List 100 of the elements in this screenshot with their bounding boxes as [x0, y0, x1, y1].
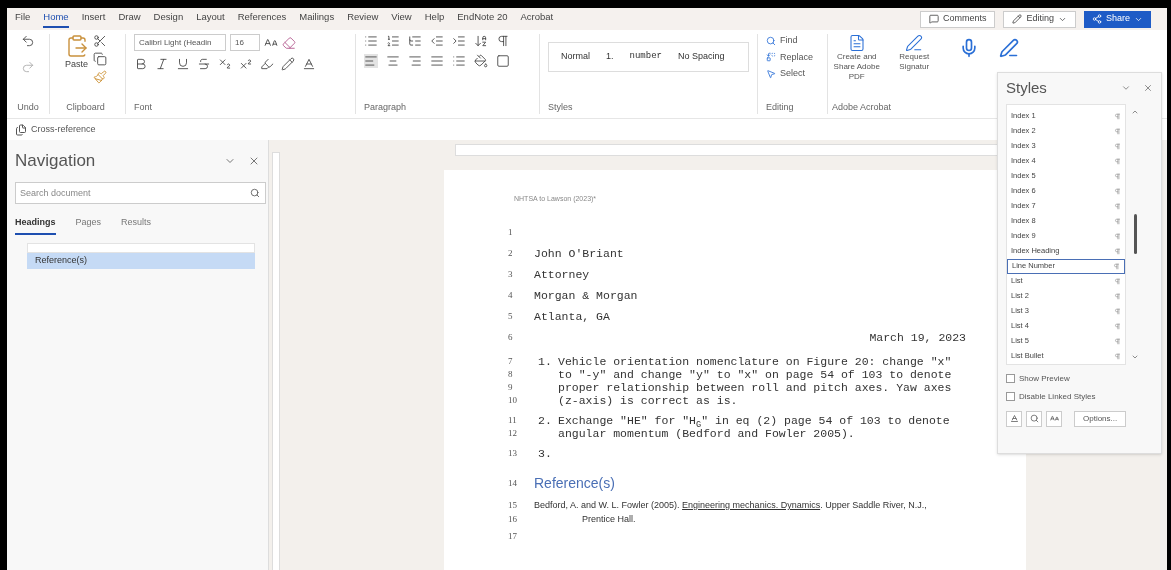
align-left-icon[interactable] — [364, 54, 378, 68]
style-option[interactable]: 1. — [606, 50, 614, 64]
checkbox-label: Disable Linked Styles — [1019, 390, 1096, 403]
font-size-field[interactable]: 16 — [230, 34, 260, 51]
new-style-button[interactable] — [1006, 410, 1022, 427]
menu-tab[interactable]: Design — [153, 10, 184, 28]
menu-tab[interactable]: Acrobat — [520, 10, 554, 28]
style-inspector-button[interactable] — [1026, 410, 1042, 427]
checkbox[interactable] — [1006, 374, 1015, 383]
increase-indent-icon[interactable] — [452, 34, 466, 48]
pane-tab[interactable]: Pages — [75, 215, 102, 235]
document-line: Morgan & Morgan — [534, 288, 638, 305]
list-number: 1. — [537, 354, 553, 371]
menu-tab[interactable]: Home — [43, 10, 69, 28]
align-right-icon[interactable] — [408, 54, 422, 68]
paragraph-style-icon — [1114, 112, 1121, 120]
editing-command[interactable]: Replace — [766, 50, 819, 64]
menu-tab[interactable]: Insert — [81, 10, 106, 28]
paragraph-style-icon — [1114, 277, 1121, 285]
heading-item[interactable]: Reference(s) — [27, 253, 255, 269]
format-painter-icon[interactable] — [92, 70, 107, 84]
close-icon[interactable] — [1143, 83, 1153, 94]
font-name-field[interactable]: Calibri Light (Headin — [134, 34, 226, 51]
paragraph-style-icon — [1114, 202, 1121, 210]
cursor-icon — [766, 68, 776, 79]
pen-icon[interactable] — [281, 57, 295, 71]
group-label: Styles — [548, 100, 574, 114]
menu-tab[interactable]: File — [15, 10, 31, 28]
menu-tab[interactable]: Mailings — [299, 10, 335, 28]
style-option[interactable]: No Spacing — [677, 50, 725, 64]
style-option[interactable]: Normal — [561, 50, 590, 64]
paragraph-style-icon — [1114, 337, 1121, 345]
editing-command[interactable]: Select — [766, 67, 819, 81]
comment-icon — [928, 14, 939, 24]
share-button[interactable]: Share — [1083, 10, 1151, 28]
menu-tab[interactable]: Review — [347, 10, 379, 28]
search-field[interactable]: Search document — [15, 181, 266, 204]
bold-icon[interactable] — [134, 57, 148, 71]
list-number: 2. — [537, 413, 553, 430]
document-line: Exchange "HE" for "H$_{G}$" in eq (2) page 54 of 103 to denote — [558, 413, 950, 430]
acrobat-button[interactable]: Request Signatur — [889, 34, 939, 82]
superscript-icon[interactable] — [239, 57, 253, 71]
options-button[interactable]: Options... — [1074, 410, 1127, 427]
checkbox[interactable] — [1006, 392, 1015, 401]
editing-command[interactable]: Find — [766, 34, 819, 48]
borders-icon[interactable] — [496, 54, 510, 68]
acrobat-button[interactable]: Create and Share Adobe PDF — [832, 34, 882, 82]
underline-icon[interactable] — [176, 57, 190, 71]
menu-tab[interactable]: Help — [424, 10, 445, 28]
line-number: 6 — [508, 331, 514, 345]
cross-reference-icon[interactable] — [15, 123, 27, 136]
reference-text: Prentice Hall. — [582, 512, 636, 526]
paste-button[interactable]: Paste — [65, 58, 88, 72]
justify-icon[interactable] — [430, 54, 444, 68]
reference-text: Bedford, A. and W. L. Fowler (2005). Engineering mechanics. Dynamics. Upper Saddle River, N.J., — [534, 498, 927, 512]
comments-button[interactable]: Comments — [919, 10, 996, 28]
document-line: angular momentum (Bedford and Fowler 2005). — [558, 427, 855, 443]
shading-icon[interactable] — [474, 54, 488, 68]
pane-tab[interactable]: Headings — [15, 215, 56, 235]
numbering-icon[interactable] — [386, 34, 400, 48]
scrollbar-thumb[interactable] — [1133, 214, 1137, 254]
group-label: Paragraph — [364, 100, 408, 114]
document-icon — [847, 34, 866, 52]
paragraph-style-icon — [1113, 262, 1120, 270]
cross-reference-button[interactable]: Cross-reference — [31, 122, 96, 137]
editing-button[interactable]: Editing — [1003, 10, 1076, 28]
strikethrough-icon[interactable] — [197, 57, 211, 71]
pane-tab[interactable]: Results — [121, 215, 152, 235]
cut-icon[interactable] — [92, 34, 107, 48]
clear-formatting-icon[interactable] — [282, 35, 296, 50]
multilevel-list-icon[interactable] — [408, 34, 422, 48]
style-option[interactable]: number — [629, 50, 662, 64]
menu-tab[interactable]: Layout — [196, 10, 225, 28]
designer-icon[interactable] — [999, 38, 1019, 58]
italic-icon[interactable] — [155, 57, 169, 71]
undo-icon[interactable] — [21, 34, 35, 48]
sort-icon[interactable] — [474, 34, 488, 48]
menu-tab[interactable]: References — [237, 10, 287, 28]
list-number: 3. — [537, 446, 553, 463]
align-center-icon[interactable] — [386, 54, 400, 68]
pilcrow-icon[interactable] — [496, 34, 510, 48]
highlighter-icon[interactable] — [260, 57, 274, 71]
line-spacing-icon[interactable] — [452, 54, 466, 68]
document-line: Vehicle orientation nomenclature on Figure 20: change "x" — [558, 354, 952, 370]
subscript-icon[interactable] — [218, 57, 232, 71]
manage-styles-button[interactable] — [1046, 410, 1062, 427]
group-label: Font — [134, 100, 153, 114]
group-label: Editing — [766, 100, 795, 114]
menu-tab[interactable]: View — [391, 10, 412, 28]
bullets-icon[interactable] — [364, 34, 378, 48]
menu-tab[interactable]: EndNote 20 — [457, 10, 508, 28]
menu-tab[interactable]: Draw — [118, 10, 141, 28]
copy-icon[interactable] — [92, 52, 107, 66]
font-color-icon[interactable] — [302, 57, 316, 71]
decrease-indent-icon[interactable] — [430, 34, 444, 48]
heading-text: Reference(s) — [534, 474, 615, 493]
paragraph-style-icon — [1114, 172, 1121, 180]
dictate-icon[interactable] — [959, 38, 979, 58]
document-line: John O'Briant — [534, 246, 624, 263]
line-number: 8 — [508, 368, 514, 382]
